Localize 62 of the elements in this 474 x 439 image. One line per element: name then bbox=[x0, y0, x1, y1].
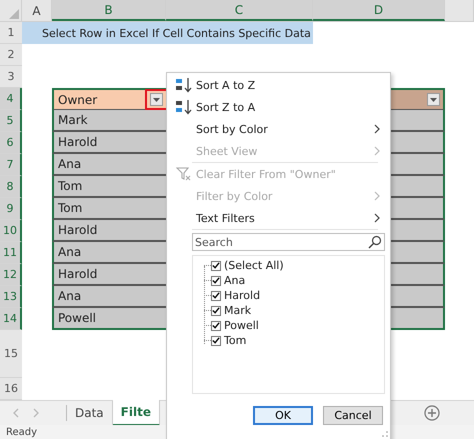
column-heading: Owner bbox=[57, 92, 98, 106]
table-cell: Harold bbox=[52, 264, 166, 286]
table-cell: Mark bbox=[52, 110, 166, 132]
row-header[interactable]: 11 bbox=[0, 242, 22, 264]
column-header[interactable]: C bbox=[166, 0, 313, 21]
row-header[interactable]: 8 bbox=[0, 176, 22, 198]
row-header[interactable]: 6 bbox=[0, 132, 22, 154]
row-header[interactable]: 2 bbox=[0, 44, 22, 66]
status-text: Ready bbox=[6, 426, 38, 438]
table-cell: Tom bbox=[52, 176, 166, 198]
table-cell: Tom bbox=[52, 198, 166, 220]
table-cell: Ana bbox=[52, 286, 166, 308]
checkbox[interactable] bbox=[211, 260, 221, 270]
dialog-button[interactable]: Cancel bbox=[323, 406, 383, 425]
row-header[interactable]: 5 bbox=[0, 110, 22, 132]
sheet-tab[interactable]: Filte bbox=[112, 400, 160, 426]
row-header[interactable]: 9 bbox=[0, 198, 22, 220]
row-header[interactable]: 13 bbox=[0, 286, 22, 308]
row-header[interactable]: 12 bbox=[0, 264, 22, 286]
table-cell: Harold bbox=[52, 220, 166, 242]
checkbox[interactable] bbox=[211, 320, 221, 330]
sort-ascending-icon bbox=[174, 77, 192, 93]
checkbox[interactable] bbox=[211, 336, 221, 346]
row-header[interactable]: 15 bbox=[0, 330, 22, 378]
filter-value: (Select All) bbox=[223, 259, 284, 272]
row-header[interactable]: 14 bbox=[0, 308, 22, 330]
row-header[interactable]: 4 bbox=[0, 88, 22, 110]
resize-grip-icon[interactable] bbox=[382, 431, 388, 437]
search-icon bbox=[368, 235, 382, 249]
checkbox[interactable] bbox=[211, 306, 221, 316]
filter-value: Powell bbox=[223, 319, 259, 332]
menu-item[interactable]: Sort A to Z bbox=[167, 74, 390, 96]
caret-icon bbox=[153, 98, 160, 102]
column-header[interactable]: D bbox=[313, 0, 445, 21]
menu-item[interactable]: Text Filters bbox=[167, 207, 390, 229]
table-cell: Ana bbox=[52, 154, 166, 176]
table-cell: Ana bbox=[52, 242, 166, 264]
row-header[interactable]: 16 bbox=[0, 378, 22, 400]
row-header[interactable]: 3 bbox=[0, 66, 22, 88]
checkbox[interactable] bbox=[211, 290, 221, 300]
row-header[interactable]: 7 bbox=[0, 154, 22, 176]
filter-value: Ana bbox=[223, 274, 246, 287]
title-cell: Select Row in Excel If Cell Contains Specific Data bbox=[22, 22, 313, 44]
dialog-button[interactable]: OK bbox=[253, 406, 313, 425]
add-sheet-icon[interactable] bbox=[424, 405, 440, 421]
filter-dropdown-button[interactable] bbox=[427, 93, 440, 106]
table-cell: Harold bbox=[52, 132, 166, 154]
menu-item[interactable]: Sort Z to A bbox=[167, 96, 390, 118]
filter-value: Tom bbox=[223, 334, 246, 347]
table-cell: Powell bbox=[52, 308, 166, 330]
filter-value: Harold bbox=[223, 289, 260, 302]
row-header[interactable]: 1 bbox=[0, 22, 22, 44]
row-header[interactable]: 10 bbox=[0, 220, 22, 242]
menu-item[interactable]: Sort by Color bbox=[167, 118, 390, 140]
sort-descending-icon bbox=[174, 99, 192, 115]
column-header[interactable]: B bbox=[52, 0, 166, 21]
filter-value: Mark bbox=[223, 304, 252, 317]
clear-filter-icon bbox=[176, 166, 192, 182]
search-field[interactable]: Search bbox=[192, 233, 385, 251]
checkbox[interactable] bbox=[211, 276, 221, 286]
filter-dropdown-button[interactable] bbox=[150, 93, 163, 106]
caret-icon bbox=[430, 98, 437, 102]
